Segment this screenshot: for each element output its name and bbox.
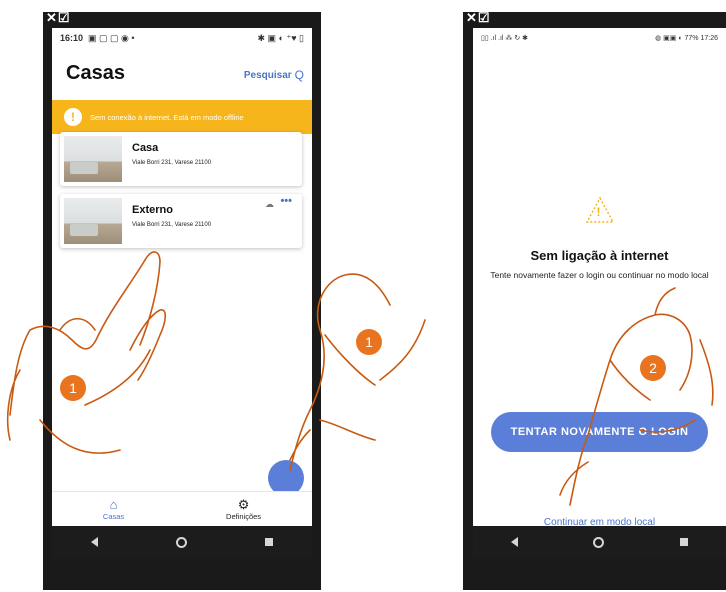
home-card-casa[interactable]: Casa Viale Borri 231, Varese 21100 — [60, 132, 302, 186]
home-circle-icon[interactable] — [176, 536, 187, 548]
more-options-icon[interactable]: ••• — [280, 195, 292, 207]
warning-mark: ! — [596, 205, 601, 219]
warning-triangle-icon: ! — [585, 196, 615, 229]
tab-label: Casas — [102, 511, 125, 521]
bottom-tab-bar: ⌂ Casas ⚙ Definições — [52, 491, 312, 526]
android-nav-bar — [473, 526, 726, 558]
tab-casas[interactable]: ⌂ Casas — [102, 496, 125, 521]
home-icon: ⌂ — [109, 496, 118, 512]
close-window-icon[interactable]: ✕☑ — [46, 10, 71, 26]
hand-pointer-left-icon — [6, 251, 167, 454]
step-badge-1-right: 1 — [356, 329, 382, 355]
status-bar: ▯▯ .ıl .ıl ⁂ ↻ ✱ ◍ ▣▣ ◐ 77% 17:26 — [473, 28, 726, 48]
warning-icon: ! — [64, 108, 82, 126]
offline-banner: ! Sem conexão à internet. Está em modo o… — [52, 100, 312, 134]
home-circle-icon[interactable] — [593, 536, 605, 548]
search-icon: Q — [294, 68, 304, 82]
tab-label: Definições — [226, 511, 262, 521]
hand-pointer-right-icon — [559, 287, 714, 506]
status-time: 16:10 — [60, 32, 84, 43]
step-badge-1-left: 1 — [60, 375, 86, 401]
back-icon[interactable] — [510, 537, 518, 547]
home-name: Casa — [132, 142, 159, 154]
home-thumbnail — [64, 136, 122, 182]
status-left-icons: ▯▯ .ıl .ıl ⁂ ↻ ✱ — [481, 35, 529, 42]
status-right-icons: ✱ ▣ ◐ ⁺♥ ▯ — [257, 32, 304, 43]
cloud-icon: ☁ — [265, 199, 274, 209]
tab-definicoes[interactable]: ⚙ Definições — [226, 496, 262, 521]
home-name: Externo — [132, 204, 173, 216]
status-right-icons: ◍ ▣▣ ◐ 77% — [655, 35, 699, 42]
close-window-icon[interactable]: ✕☑ — [466, 10, 491, 26]
gear-icon: ⚙ — [237, 496, 250, 512]
page-title: Casas — [66, 62, 125, 84]
recent-apps-icon[interactable] — [265, 538, 273, 546]
no-internet-title: Sem ligação à internet — [530, 248, 669, 263]
status-time: 17:26 — [700, 35, 718, 42]
hand-pointer-center-icon — [289, 273, 426, 471]
home-address: Viale Borri 231, Varese 21100 — [132, 160, 212, 166]
recent-apps-icon[interactable] — [680, 538, 689, 546]
back-icon[interactable] — [91, 537, 98, 547]
step-badge-2: 2 — [640, 355, 666, 381]
android-nav-bar — [52, 526, 312, 558]
status-bar: 16:10 ▣ ▢ ▢ ◉ • ✱ ▣ ◐ ⁺♥ ▯ — [52, 28, 312, 48]
offline-banner-text: Sem conexão à internet. Está em modo off… — [90, 112, 244, 122]
status-left-icons: ▣ ▢ ▢ ◉ • — [88, 32, 135, 43]
home-address: Viale Borri 231, Varese 21100 — [132, 222, 212, 228]
search-label: Pesquisar — [243, 69, 292, 81]
search-button[interactable]: Pesquisar Q — [244, 68, 304, 82]
